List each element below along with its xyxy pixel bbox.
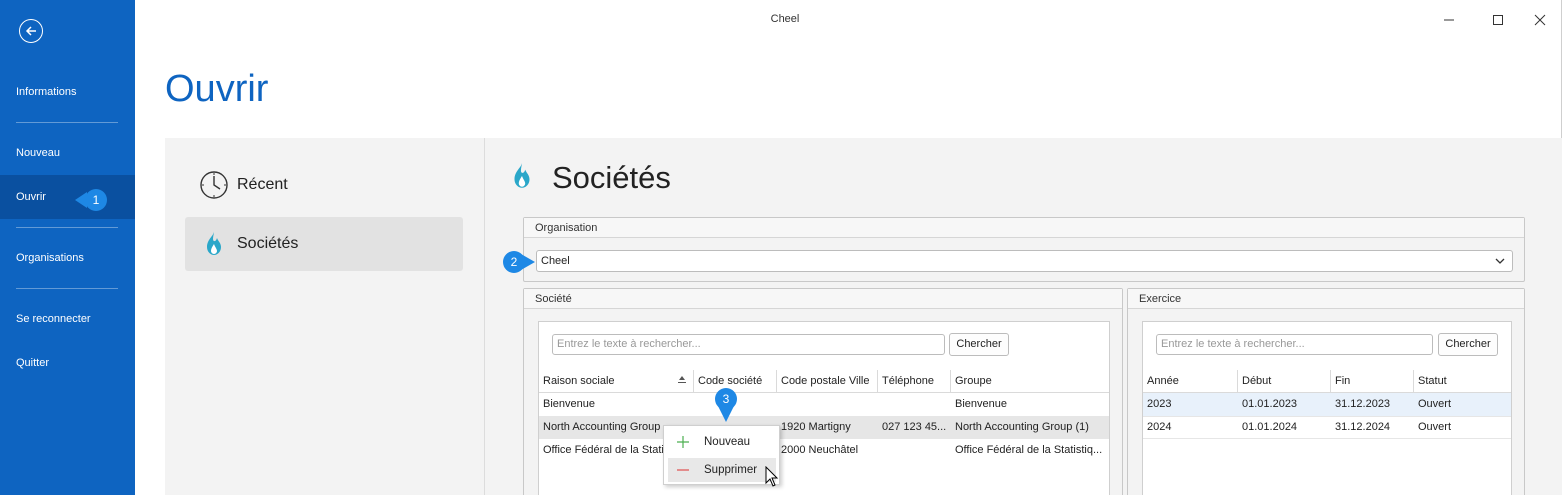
societe-group: Société Entrez le texte à rechercher... … — [523, 288, 1123, 495]
context-menu-supprimer[interactable]: Supprimer — [668, 458, 776, 482]
sidebar-item-informations[interactable]: Informations — [0, 82, 135, 102]
table-cell: Ouvert — [1418, 398, 1452, 410]
window-title: Cheel — [770, 13, 800, 25]
exercice-search-button[interactable]: Chercher — [1438, 333, 1498, 356]
nav-item-recent[interactable]: Récent — [185, 158, 463, 212]
backstage-sidebar: Informations Nouveau Ouvrir Organisation… — [0, 0, 135, 495]
sidebar-item-organisations[interactable]: Organisations — [0, 248, 135, 268]
main-area: Cheel Ouvrir Récent Sociétés Sociétés Or… — [135, 0, 1562, 495]
exercice-group-title: Exercice — [1128, 289, 1524, 309]
minimize-icon[interactable] — [1441, 12, 1457, 28]
flame-icon — [199, 229, 229, 259]
mouse-cursor-icon — [765, 465, 779, 491]
nav-item-societes[interactable]: Sociétés — [185, 217, 463, 271]
table-cell: 01.01.2024 — [1242, 421, 1298, 433]
column-header-groupe[interactable]: Groupe — [951, 370, 1109, 393]
table-cell: 01.01.2023 — [1242, 398, 1298, 410]
chevron-down-icon — [1494, 254, 1506, 266]
sidebar-item-se-reconnecter[interactable]: Se reconnecter — [0, 309, 135, 329]
table-cell: North Accounting Group (1) — [955, 421, 1089, 433]
column-header-debut[interactable]: Début — [1238, 370, 1331, 393]
societe-search-button[interactable]: Chercher — [949, 333, 1009, 356]
exercice-table: Année Début Fin Statut 2023 01.01.2023 3… — [1143, 370, 1511, 495]
clock-icon — [199, 170, 229, 200]
context-menu: Nouveau Supprimer — [663, 425, 780, 485]
table-cell: 027 123 45... — [882, 421, 947, 433]
sidebar-divider — [16, 227, 118, 228]
content-area: Récent Sociétés Sociétés Organisation Ch… — [165, 138, 1562, 495]
organisation-group-title: Organisation — [524, 218, 1524, 238]
exercice-grid-container: Entrez le texte à rechercher... Chercher… — [1142, 321, 1512, 495]
column-header-raison-sociale[interactable]: Raison sociale — [539, 370, 694, 393]
societes-panel: Sociétés Organisation Cheel Société Entr… — [486, 138, 1562, 495]
column-header-telephone[interactable]: Téléphone — [878, 370, 951, 393]
societe-group-title: Société — [524, 289, 1122, 309]
flame-icon — [510, 161, 538, 195]
table-cell: 1920 Martigny — [781, 421, 851, 433]
column-header-fin[interactable]: Fin — [1331, 370, 1414, 393]
societe-grid-container: Entrez le texte à rechercher... Chercher… — [538, 321, 1110, 495]
nav-item-label: Sociétés — [237, 235, 299, 252]
column-header-statut[interactable]: Statut — [1414, 370, 1511, 393]
nav-item-label: Récent — [237, 176, 288, 193]
table-cell: Ouvert — [1418, 421, 1452, 433]
open-location-list: Récent Sociétés — [165, 138, 485, 495]
table-cell: 31.12.2024 — [1335, 421, 1391, 433]
panel-heading-text: Sociétés — [552, 160, 671, 195]
plus-icon — [676, 435, 692, 449]
column-header-annee[interactable]: Année — [1143, 370, 1238, 393]
page-title: Ouvrir — [165, 68, 269, 110]
organisation-select-value: Cheel — [541, 255, 570, 267]
maximize-icon[interactable] — [1490, 12, 1506, 28]
sidebar-item-quitter[interactable]: Quitter — [0, 353, 135, 373]
panel-heading: Sociétés — [510, 160, 671, 196]
organisation-group: Organisation Cheel — [523, 217, 1525, 282]
sidebar-divider — [16, 288, 118, 289]
sidebar-item-nouveau[interactable]: Nouveau — [0, 143, 135, 163]
table-cell: 2024 — [1147, 421, 1172, 433]
societe-search-input[interactable]: Entrez le texte à rechercher... — [552, 334, 945, 355]
minus-icon — [676, 463, 692, 477]
table-cell: 2023 — [1147, 398, 1172, 410]
table-cell: 31.12.2023 — [1335, 398, 1391, 410]
societe-table: Raison sociale Code société Code postale… — [539, 370, 1109, 495]
back-arrow-icon[interactable] — [19, 19, 43, 43]
context-menu-nouveau[interactable]: Nouveau — [668, 430, 776, 454]
column-header-code-postale-ville[interactable]: Code postale Ville — [777, 370, 878, 393]
exercice-group: Exercice Entrez le texte à rechercher...… — [1127, 288, 1525, 495]
sidebar-divider — [16, 122, 118, 123]
exercice-search-input[interactable]: Entrez le texte à rechercher... — [1156, 334, 1433, 355]
organisation-select[interactable]: Cheel — [536, 250, 1513, 272]
sort-icon — [677, 370, 687, 392]
close-icon[interactable] — [1532, 12, 1548, 28]
